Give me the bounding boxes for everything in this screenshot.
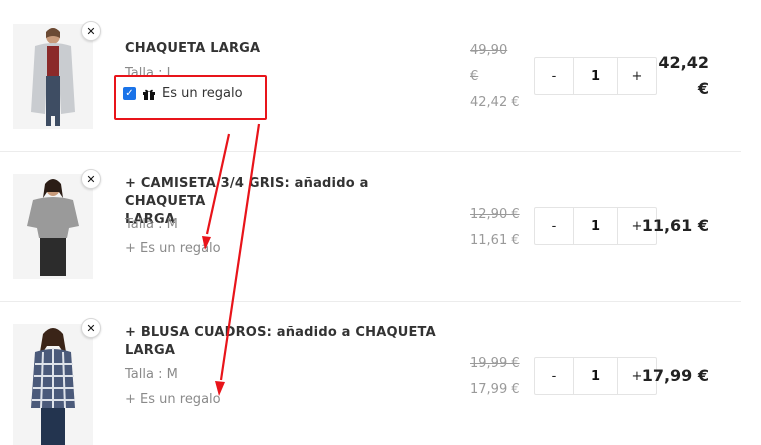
discounted-price: 42,42 €: [470, 95, 520, 110]
quantity-value[interactable]: 1: [573, 358, 618, 394]
product-image-chaqueta[interactable]: [13, 24, 93, 129]
original-price: 12,90 €: [470, 207, 520, 222]
discounted-price: 17,99 €: [470, 382, 520, 397]
decrease-quantity-button[interactable]: -: [535, 208, 573, 244]
product-image-camiseta[interactable]: [13, 174, 93, 279]
gift-note: + Es un regalo: [125, 241, 221, 256]
product-size: Talla : M: [125, 217, 178, 232]
line-total: 11,61 €: [641, 216, 709, 235]
quantity-stepper: - 1 +: [534, 207, 657, 245]
cart-item: ✕ + CAMISETA 3/4 GRIS: añadido a CHAQUET…: [0, 150, 741, 300]
decrease-quantity-button[interactable]: -: [535, 58, 573, 94]
remove-item-button[interactable]: ✕: [81, 169, 101, 189]
product-size: Talla : M: [125, 367, 178, 382]
remove-item-button[interactable]: ✕: [81, 318, 101, 338]
original-price: 49,90: [470, 43, 508, 58]
line-total-amount: 42,42: [658, 53, 709, 72]
discounted-price: 11,61 €: [470, 233, 520, 248]
remove-item-button[interactable]: ✕: [81, 21, 101, 41]
quantity-value[interactable]: 1: [573, 58, 618, 94]
product-name[interactable]: + BLUSA CUADROS: añadido a CHAQUETA LARG…: [125, 324, 445, 360]
original-price-currency: €: [470, 69, 479, 84]
quantity-stepper: - 1 +: [534, 57, 657, 95]
decrease-quantity-button[interactable]: -: [535, 358, 573, 394]
cart-list: ✕ CHAQUETA LARGA Talla : L ✓ Es un regal…: [0, 0, 761, 445]
product-image-blusa[interactable]: [13, 324, 93, 445]
annotation-highlight-box: [114, 75, 267, 120]
line-total-currency: €: [697, 79, 709, 98]
cart-item: ✕ + BLUSA CUADROS: añadido a CHAQUETA LA…: [0, 300, 741, 445]
product-name[interactable]: CHAQUETA LARGA: [125, 40, 445, 58]
increase-quantity-button[interactable]: +: [618, 58, 656, 94]
cart-item: ✕ CHAQUETA LARGA Talla : L ✓ Es un regal…: [0, 0, 741, 150]
original-price: 19,99 €: [470, 356, 520, 371]
line-total: 17,99 €: [641, 366, 709, 385]
line-total: 42,42 €: [658, 50, 709, 102]
quantity-stepper: - 1 +: [534, 357, 657, 395]
gift-note: + Es un regalo: [125, 392, 221, 407]
quantity-value[interactable]: 1: [573, 208, 618, 244]
